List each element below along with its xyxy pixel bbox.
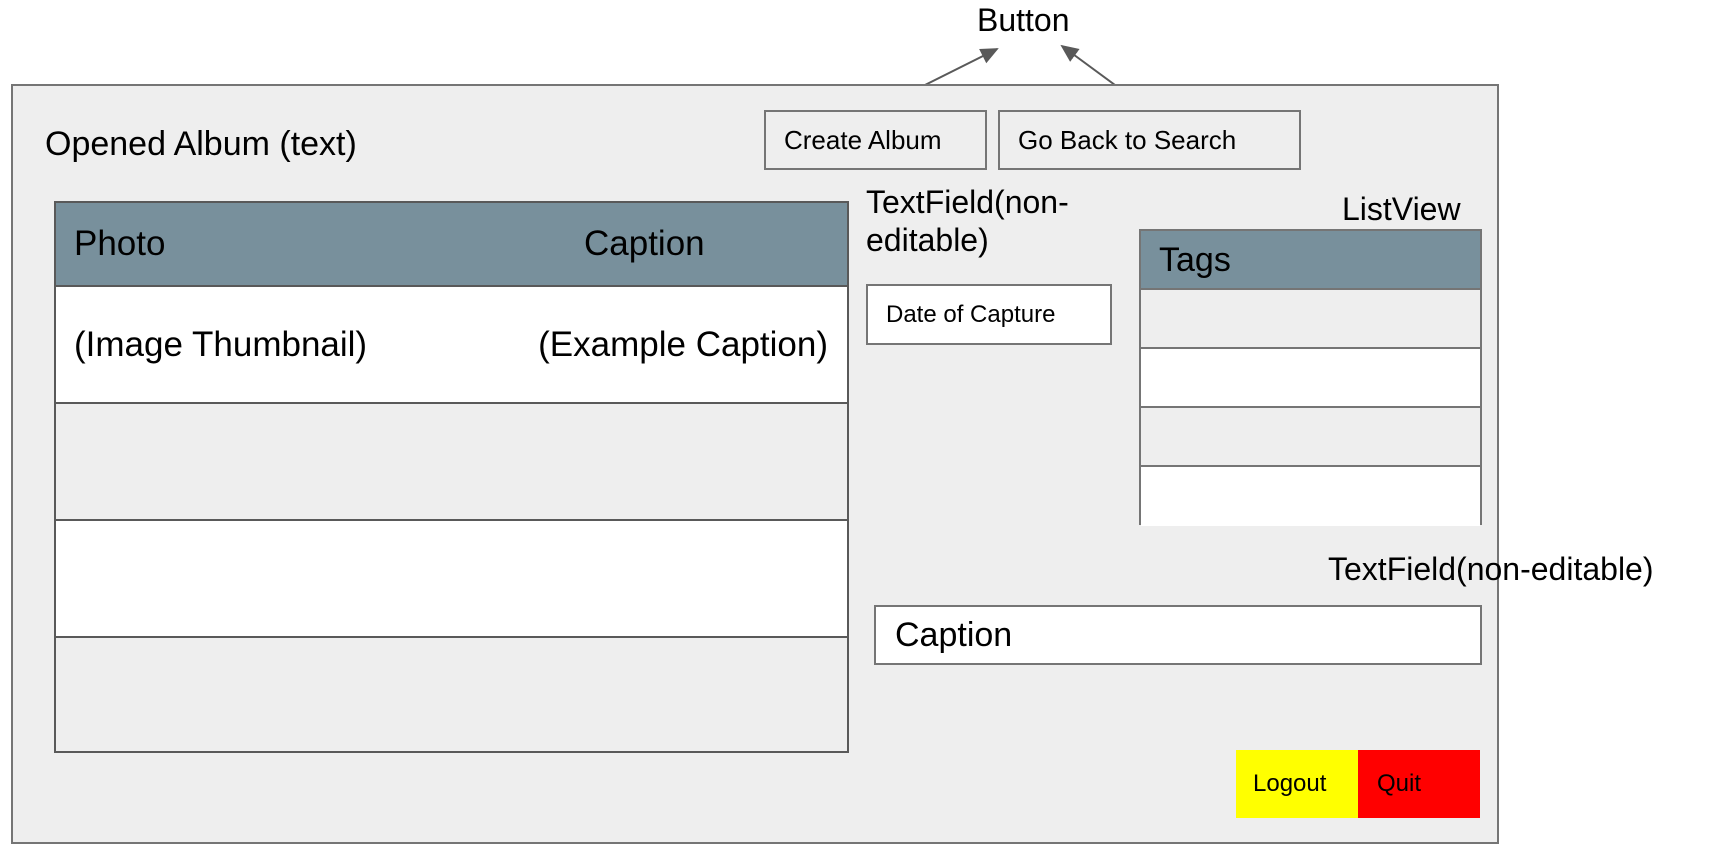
create-album-button[interactable]: Create Album [764,110,987,170]
column-header-photo[interactable]: Photo [74,224,165,264]
list-item[interactable] [1141,408,1480,467]
date-of-capture-field[interactable]: Date of Capture [866,284,1112,345]
tags-list-header: Tags [1141,231,1480,290]
table-row[interactable] [56,521,847,638]
photo-table-header: Photo Caption [56,203,847,287]
list-item[interactable] [1141,467,1480,526]
quit-button[interactable]: Quit [1358,750,1480,818]
album-title: Opened Album (text) [45,125,357,163]
table-row[interactable] [56,638,847,751]
table-row[interactable]: (Image Thumbnail) (Example Caption) [56,287,847,404]
list-item[interactable] [1141,349,1480,408]
tags-header-label: Tags [1159,241,1231,279]
list-item[interactable] [1141,290,1480,349]
photo-table: Photo Caption (Image Thumbnail) (Example… [54,201,849,753]
photo-caption-cell: (Example Caption) [538,325,828,364]
table-row[interactable] [56,404,847,521]
go-back-to-search-button[interactable]: Go Back to Search [998,110,1301,170]
listview-annotation: ListView [1342,191,1461,227]
column-header-caption[interactable]: Caption [584,224,705,264]
date-field-annotation: TextField(non- editable) [866,184,1069,258]
caption-field-annotation: TextField(non-editable) [1328,551,1654,587]
logout-button[interactable]: Logout [1236,750,1358,818]
photo-thumbnail-cell: (Image Thumbnail) [74,325,368,364]
tags-list: Tags [1139,229,1482,526]
caption-field[interactable]: Caption [874,605,1482,665]
